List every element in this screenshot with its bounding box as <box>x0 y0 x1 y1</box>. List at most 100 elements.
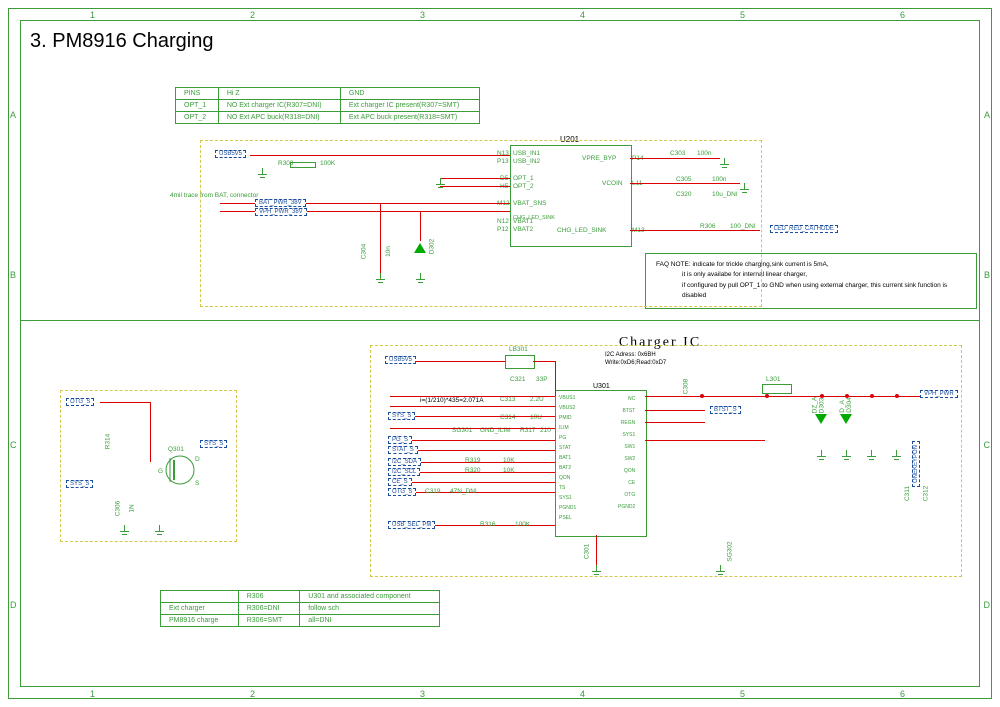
opt-config-table: PINSHi ZGND OPT_1NO Ext charger IC(R307=… <box>175 87 480 124</box>
r316-val: 100K <box>515 521 530 528</box>
node5 <box>870 394 874 398</box>
u201-chgled: CHG_LED_SINK <box>557 227 607 234</box>
c308-ref: C308 <box>682 379 689 395</box>
wire-vbus1 <box>390 396 555 397</box>
col-3-bot: 3 <box>420 689 425 699</box>
i2c-rw: Write:0xD6;Read:0xD7 <box>605 360 666 366</box>
c303-val: 100n <box>697 150 711 157</box>
wire-vcoin <box>630 183 740 184</box>
section-divider <box>20 320 980 321</box>
wire-stub <box>555 395 556 396</box>
l301-ref: L301 <box>766 376 780 383</box>
c304-val: 10n <box>385 246 392 257</box>
bat-trace-note: 4mil trace from BAT, connector <box>170 192 258 199</box>
u301-right-pins: NCBTSTREGNSYS1SW1SW2QONCEOTGPGND2 <box>618 393 635 513</box>
net-vph-out: VPH_PWR <box>920 390 958 398</box>
row-c-r: C <box>984 440 991 450</box>
net-btst: BTST_S <box>710 406 741 414</box>
u201-vbat2: VBAT2 <box>513 226 533 233</box>
wire-d302-top <box>420 211 421 241</box>
col-1-top: 1 <box>90 10 95 20</box>
d303-ref: DZ_A D303 <box>811 397 825 414</box>
wire-c304 <box>380 203 381 273</box>
u301-ref: U301 <box>593 383 610 390</box>
col-5-top: 5 <box>740 10 745 20</box>
wire-opt1 <box>440 178 510 179</box>
d302-icon <box>414 243 426 253</box>
wire-lb301-out <box>533 361 555 362</box>
charger-ic-title: Charger IC <box>580 335 740 351</box>
wire-otg-l <box>100 402 150 403</box>
net-onekey: ONEKEYPON <box>912 441 920 487</box>
q301-g: G <box>158 468 163 475</box>
row-c-l: C <box>10 440 17 450</box>
faq-l1: FAQ NOTE: indicate for trickle charging,… <box>656 260 966 270</box>
net-led-cathode: LED_RED_CATHODE <box>770 225 838 233</box>
row-a-r: A <box>984 110 990 120</box>
node6 <box>895 394 899 398</box>
dni-table: R306U301 and associated component Ext ch… <box>160 590 440 627</box>
c313-val: 2.2U <box>530 396 544 403</box>
c319-val: 47N_DNI <box>450 488 477 495</box>
col-5-bot: 5 <box>740 689 745 699</box>
net-usb5v-b: USB5V5 <box>385 356 416 364</box>
col-1-bot: 1 <box>90 689 95 699</box>
c320-val: 10u_DNI <box>712 191 738 198</box>
wire-sys-out <box>645 396 945 397</box>
wire-ce <box>390 482 555 483</box>
row-b-l: B <box>10 270 16 280</box>
col-2-top: 2 <box>250 10 255 20</box>
c305-ref: C305 <box>676 176 692 183</box>
u201-opt2: OPT_2 <box>513 183 534 190</box>
net-scl: I2C_SCL <box>388 468 420 476</box>
u201-pin-p13: P13 <box>497 158 509 165</box>
page-title: 3. PM8916 Charging <box>30 30 213 53</box>
wire-chgled <box>630 230 760 231</box>
d304-ref: D_A D304 <box>839 397 853 413</box>
faq-note: FAQ NOTE: indicate for trickle charging,… <box>645 253 977 309</box>
c304-ref: C304 <box>360 244 367 260</box>
r319-val: 10K <box>503 457 515 464</box>
c306-ref: C306 <box>114 501 121 517</box>
wire-ilim <box>390 428 555 429</box>
net-sda: I2C_SDA <box>388 458 421 466</box>
wire-vpre <box>630 158 720 159</box>
row-d-l: D <box>10 600 17 610</box>
net-otg: OTG_S <box>388 488 416 496</box>
row-d-r: D <box>984 600 991 610</box>
col-6-top: 6 <box>900 10 905 20</box>
c321-val: 33P <box>536 376 548 383</box>
lb301 <box>505 355 535 369</box>
u201-usbin1: USB_IN1 <box>513 150 540 157</box>
q301-d: D <box>195 456 200 463</box>
wire-pg <box>390 440 555 441</box>
net-sys-left: SYS_S <box>66 480 93 488</box>
r320-ref: R320 <box>465 467 481 474</box>
u201-vbatsns: VBAT_SNS <box>513 200 546 207</box>
r319-ref: R319 <box>465 457 481 464</box>
u201-vprebyp: VPRE_BYP <box>582 155 616 162</box>
net-stat: STAT_S <box>388 446 418 454</box>
faq-l3: if configured by pull OPT_1 to GND when … <box>656 281 966 302</box>
wire-usbin <box>250 155 510 156</box>
u201-pin-p12: P12 <box>497 226 509 233</box>
net-pg: PG_S <box>388 436 412 444</box>
c311-ref: C311 <box>904 486 911 501</box>
r303-val: 100K <box>320 160 335 167</box>
wire-vbus2 <box>390 406 555 407</box>
node1 <box>700 394 704 398</box>
ilim-calc: i=(1/210)*435=2.071A <box>420 397 484 404</box>
r306-val: 100_DNI <box>730 223 756 230</box>
d302-ref: D302 <box>428 239 435 255</box>
net-sys-q301: SYS_S <box>200 440 227 448</box>
sg302-ref: SG302 <box>727 541 734 561</box>
row-b-r: B <box>984 270 990 280</box>
lb301-ref: LB301 <box>509 346 528 353</box>
col-3-top: 3 <box>420 10 425 20</box>
net-usb5v: USB5V5 <box>215 150 246 158</box>
net-otg-left: OTG_S <box>66 398 94 406</box>
wire-otg-down <box>150 402 151 462</box>
inner-frame <box>20 20 980 687</box>
net-psel: USB_SEL_PM <box>388 521 435 529</box>
net-sys2: SYS_S <box>388 412 415 420</box>
